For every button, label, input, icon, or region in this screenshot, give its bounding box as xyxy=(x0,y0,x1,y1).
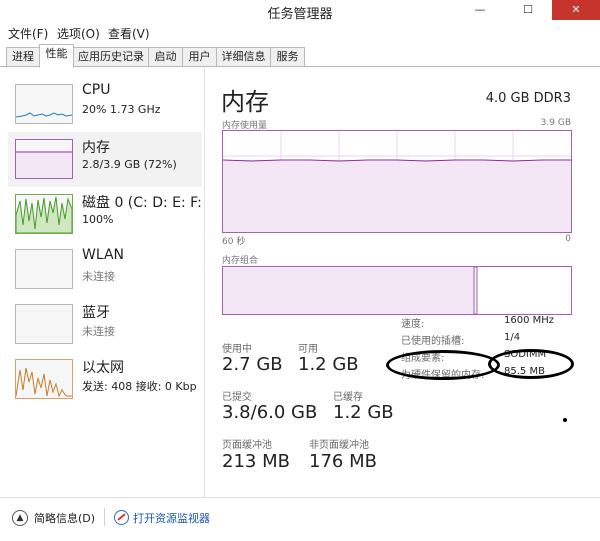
metric-cached-label: 已缓存 xyxy=(333,392,363,403)
tab-processes[interactable]: 进程 xyxy=(6,47,40,67)
resource-monitor-icon xyxy=(114,510,129,525)
metric-nonpaged-pool-value: 176 MB xyxy=(309,451,377,472)
disk-thumbnail xyxy=(15,194,73,234)
ethernet-thumbnail xyxy=(15,359,73,399)
close-button[interactable]: ✕ xyxy=(552,0,600,20)
chevron-up-icon[interactable]: ▲ xyxy=(12,510,28,526)
cpu-thumbnail xyxy=(15,84,73,124)
composition-in-use xyxy=(223,267,474,314)
bluetooth-thumbnail xyxy=(15,304,73,344)
tab-users[interactable]: 用户 xyxy=(182,47,217,67)
sidebar-item-name: 蓝牙 xyxy=(82,305,110,321)
footer-bar: ▲ 简略信息(D) 打开资源监视器 xyxy=(0,497,600,541)
memory-detail-panel: 内存 4.0 GB DDR3 内存使用量 3.9 GB 60 秒 0 内存组合 … xyxy=(206,67,600,497)
menu-view[interactable]: 查看(V) xyxy=(108,25,150,42)
minimize-button[interactable]: — xyxy=(456,0,504,20)
sidebar-item-sub: 20% 1.73 GHz xyxy=(82,103,161,116)
metric-available-value: 1.2 GB xyxy=(298,354,359,375)
metric-cached-value: 1.2 GB xyxy=(333,402,394,423)
sidebar-item-disk[interactable]: 磁盘 0 (C: D: E: F: 100% xyxy=(8,187,202,242)
detail-slots-label: 已使用的插槽: xyxy=(401,336,465,347)
metric-available-label: 可用 xyxy=(298,344,318,355)
composition-label: 内存组合 xyxy=(222,256,259,266)
sidebar-item-sub: 100% xyxy=(82,213,114,226)
detail-slots-value: 1/4 xyxy=(504,332,521,343)
composition-standby xyxy=(473,267,478,314)
detail-speed-value: 1600 MHz xyxy=(504,315,555,326)
metric-nonpaged-pool-label: 非页面缓冲池 xyxy=(309,440,369,451)
ethernet-mini-line xyxy=(15,367,72,398)
resource-sidebar: CPU 20% 1.73 GHz 内存 2.8/3.9 GB (72%) 磁盘 … xyxy=(0,67,205,497)
usage-graph-max: 3.9 GB xyxy=(540,118,571,128)
disk-mini-area xyxy=(15,196,73,234)
menu-bar: 文件(F) 选项(O) 查看(V) xyxy=(0,22,600,42)
sidebar-item-sub: 未连接 xyxy=(82,325,115,338)
tab-startup[interactable]: 启动 xyxy=(148,47,183,67)
memory-mini-fill xyxy=(16,152,72,178)
metric-in-use-label: 使用中 xyxy=(222,344,252,355)
metric-paged-pool-label: 页面缓冲池 xyxy=(222,440,272,451)
tab-app-history[interactable]: 应用历史记录 xyxy=(73,47,149,67)
sidebar-item-name: 以太网 xyxy=(82,360,124,376)
sidebar-item-sub: 发送: 408 接收: 0 Kbp xyxy=(82,380,197,393)
annotation-dot xyxy=(563,418,567,422)
tab-strip: 进程 性能 应用历史记录 启动 用户 详细信息 服务 xyxy=(0,44,600,68)
memory-spec: 4.0 GB DDR3 xyxy=(485,91,571,106)
open-resource-monitor-link[interactable]: 打开资源监视器 xyxy=(133,510,210,526)
sidebar-item-name: CPU xyxy=(82,82,111,98)
sidebar-item-name: WLAN xyxy=(82,247,125,263)
footer-divider xyxy=(104,508,105,526)
fewer-details-link[interactable]: 简略信息(D) xyxy=(34,510,95,526)
memory-composition-bar xyxy=(222,266,572,315)
memory-thumbnail xyxy=(15,139,73,179)
annotation-ellipse-value xyxy=(488,349,574,379)
time-axis-end: 0 xyxy=(565,234,571,244)
metric-committed-label: 已提交 xyxy=(222,392,252,403)
wlan-thumbnail xyxy=(15,249,73,289)
cpu-mini-line xyxy=(15,112,73,118)
maximize-button[interactable]: ☐ xyxy=(504,0,552,20)
menu-options[interactable]: 选项(O) xyxy=(57,25,100,42)
sidebar-item-memory[interactable]: 内存 2.8/3.9 GB (72%) xyxy=(8,132,202,187)
sidebar-item-wlan[interactable]: WLAN 未连接 xyxy=(8,242,202,297)
sidebar-item-cpu[interactable]: CPU 20% 1.73 GHz xyxy=(8,77,202,132)
tab-performance[interactable]: 性能 xyxy=(39,44,74,68)
page-title: 内存 xyxy=(221,88,269,116)
sidebar-item-ethernet[interactable]: 以太网 发送: 408 接收: 0 Kbp xyxy=(8,352,202,407)
metric-committed-value: 3.8/6.0 GB xyxy=(222,402,318,423)
memory-usage-graph xyxy=(222,130,572,233)
tab-services[interactable]: 服务 xyxy=(270,47,305,67)
sidebar-item-sub: 2.8/3.9 GB (72%) xyxy=(82,158,177,171)
menu-file[interactable]: 文件(F) xyxy=(8,25,48,42)
metric-paged-pool-value: 213 MB xyxy=(222,451,290,472)
sidebar-item-bluetooth[interactable]: 蓝牙 未连接 xyxy=(8,297,202,352)
sidebar-item-name: 内存 xyxy=(82,140,110,156)
metric-in-use-value: 2.7 GB xyxy=(222,354,283,375)
sidebar-item-name: 磁盘 0 (C: D: E: F: xyxy=(82,195,202,211)
time-axis-start: 60 秒 xyxy=(222,237,246,247)
sidebar-item-sub: 未连接 xyxy=(82,270,115,283)
usage-fill-area xyxy=(223,160,571,232)
annotation-ellipse-label xyxy=(386,350,500,380)
detail-speed-label: 速度: xyxy=(401,319,425,330)
title-bar: 任务管理器 — ☐ ✕ xyxy=(0,0,600,22)
tab-details[interactable]: 详细信息 xyxy=(216,47,271,67)
